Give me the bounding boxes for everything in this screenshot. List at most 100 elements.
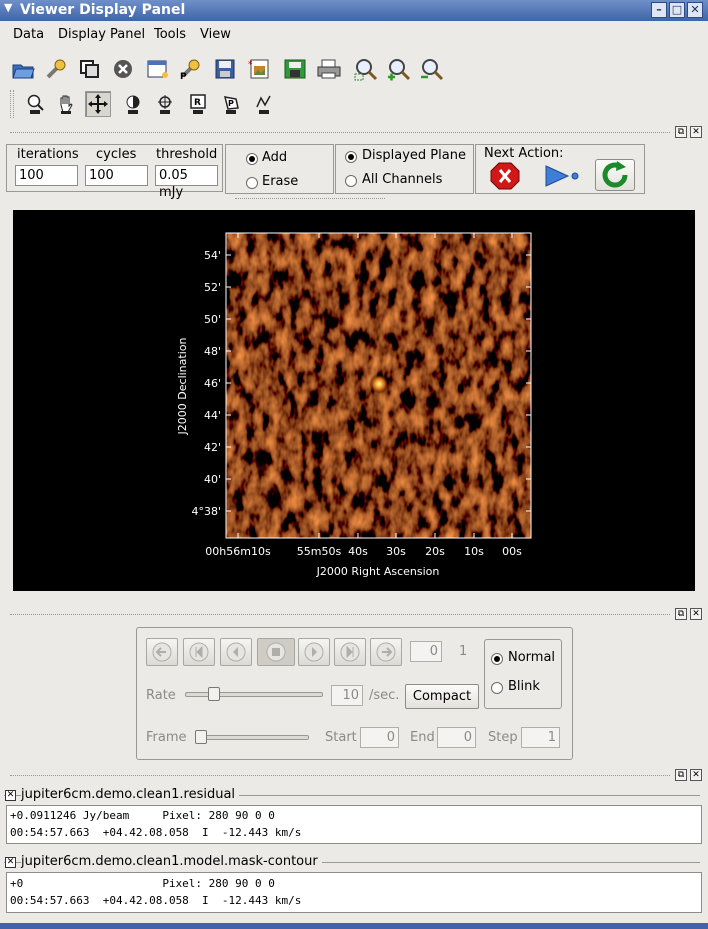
hide-tracking-icon[interactable]: ✕ (5, 790, 16, 801)
save-icon[interactable] (212, 56, 238, 82)
y-tick-label: 44' (204, 409, 221, 422)
step-label: Step (488, 730, 518, 745)
rate-label: Rate (146, 688, 176, 703)
window-menu-icon[interactable]: ▼ (4, 1, 12, 14)
y-axis-label: J2000 Declination (176, 338, 189, 436)
wrench-icon[interactable] (43, 56, 69, 82)
add-label: Add (262, 150, 288, 165)
menu-display-panel[interactable]: Display Panel (58, 27, 145, 42)
close-dock-icon[interactable]: ✕ (690, 126, 702, 138)
image-raster (226, 233, 531, 538)
splitter-handle[interactable] (235, 198, 385, 199)
tracking-value-line: +0.0911246 Jy/beam Pixel: 280 90 0 0 (10, 809, 275, 822)
next-action-label: Next Action: (484, 146, 564, 161)
y-tick-label: 52' (204, 281, 221, 294)
close-dock-icon[interactable]: ✕ (690, 608, 702, 620)
step-back-icon[interactable] (220, 638, 252, 666)
x-tick-label: 40s (348, 545, 368, 558)
mask-mode-group: Add Erase (225, 144, 334, 194)
menu-tools[interactable]: Tools (154, 27, 186, 42)
export-image-icon[interactable]: * (246, 56, 272, 82)
polygon-tool-icon[interactable]: P (218, 91, 244, 117)
contrast-tool-icon[interactable] (120, 91, 146, 117)
rate-unit: /sec. (369, 688, 400, 703)
svg-text:P: P (228, 99, 234, 108)
play-forward-icon[interactable] (334, 638, 366, 666)
save-restore-icon[interactable] (282, 56, 308, 82)
y-tick-label: 54' (204, 249, 221, 262)
hide-tracking-icon[interactable]: ✕ (5, 857, 16, 868)
minimize-icon[interactable]: – (651, 2, 667, 18)
close-window-icon[interactable]: ✕ (687, 2, 703, 18)
zoom-out-icon[interactable] (419, 56, 445, 82)
rate-slider-knob[interactable] (208, 687, 220, 701)
to-end-icon[interactable] (370, 638, 402, 666)
svg-text:R: R (194, 98, 201, 108)
displayed-plane-radio[interactable] (345, 151, 357, 163)
all-channels-radio[interactable] (345, 175, 357, 187)
restart-icon[interactable] (595, 159, 635, 191)
normal-radio[interactable] (491, 653, 503, 665)
menu-view[interactable]: View (200, 27, 231, 42)
erase-label: Erase (262, 174, 299, 189)
x-tick-label: 20s (425, 545, 445, 558)
maximize-icon[interactable]: □ (669, 2, 685, 18)
copy-panel-icon[interactable] (77, 56, 103, 82)
new-panel-icon[interactable] (145, 56, 171, 82)
window-titlebar[interactable]: ▼ Viewer Display Panel – □ ✕ (0, 0, 708, 21)
print-icon[interactable] (316, 56, 342, 82)
move-tool-icon[interactable] (85, 91, 111, 117)
stop-animation-icon[interactable] (257, 638, 295, 666)
close-icon[interactable] (110, 56, 136, 82)
step-forward-icon[interactable] (298, 638, 330, 666)
cycles-input[interactable]: 100 (85, 165, 148, 186)
frame-slider-track[interactable] (197, 735, 309, 740)
frame-input[interactable]: 0 (410, 641, 442, 662)
tracking-panel-residual: ✕ jupiter6cm.demo.clean1.residual +0.091… (4, 787, 704, 853)
tracking-title: jupiter6cm.demo.clean1.residual (21, 787, 240, 802)
toolbar-handle[interactable] (10, 90, 14, 118)
menu-data[interactable]: Data (13, 27, 44, 42)
iterations-input[interactable]: 100 (15, 165, 78, 186)
add-radio[interactable] (246, 153, 258, 165)
zoom-fit-icon[interactable] (353, 56, 379, 82)
zoom-tool-icon[interactable] (22, 91, 48, 117)
tracking-readout: +0.0911246 Jy/beam Pixel: 280 90 0 0 00:… (6, 805, 702, 844)
plane-mode-group: Displayed Plane All Channels (335, 144, 474, 194)
erase-radio[interactable] (246, 177, 258, 189)
polyline-tool-icon[interactable] (251, 91, 277, 117)
rate-input[interactable]: 10 (331, 685, 363, 706)
print-setup-icon[interactable]: P (178, 56, 204, 82)
start-input[interactable]: 0 (360, 727, 399, 748)
stop-icon[interactable] (490, 162, 520, 190)
threshold-input[interactable]: 0.05 mJy (155, 165, 218, 200)
iterations-label: iterations (17, 147, 79, 162)
frame-slider-knob[interactable] (195, 730, 207, 744)
x-tick-label: 55m50s (297, 545, 342, 558)
threshold-label: threshold (156, 147, 218, 162)
rewind-icon[interactable] (183, 638, 215, 666)
end-input[interactable]: 0 (437, 727, 476, 748)
compact-button[interactable]: Compact (405, 684, 479, 709)
y-tick-label: 42' (204, 441, 221, 454)
image-display-canvas[interactable]: 54' 52' 50' 48' 46' 44' 42' 40' 4°38' 00h56m10s 5… (13, 210, 695, 591)
close-dock-icon[interactable]: ✕ (690, 769, 702, 781)
svg-text:P: P (180, 72, 187, 80)
continue-icon[interactable] (544, 162, 582, 190)
blink-radio[interactable] (491, 682, 503, 694)
float-dock-icon[interactable]: ⧉ (675, 769, 687, 781)
rectangle-tool-icon[interactable]: R (185, 91, 211, 117)
tracking-panel-mask-contour: ✕ jupiter6cm.demo.clean1.model.mask-cont… (4, 854, 704, 920)
point-tool-icon[interactable] (152, 91, 178, 117)
open-folder-icon[interactable] (10, 56, 36, 82)
pan-tool-icon[interactable] (53, 91, 79, 117)
normal-label: Normal (508, 650, 556, 665)
float-dock-icon[interactable]: ⧉ (675, 608, 687, 620)
start-label: Start (325, 730, 357, 745)
zoom-in-icon[interactable] (386, 56, 412, 82)
clean-parameters-group: iterations cycles threshold 100 100 0.05… (6, 144, 223, 200)
step-input[interactable]: 1 (521, 727, 560, 748)
rate-slider-track[interactable] (185, 692, 323, 697)
to-start-icon[interactable] (146, 638, 178, 666)
float-dock-icon[interactable]: ⧉ (675, 126, 687, 138)
